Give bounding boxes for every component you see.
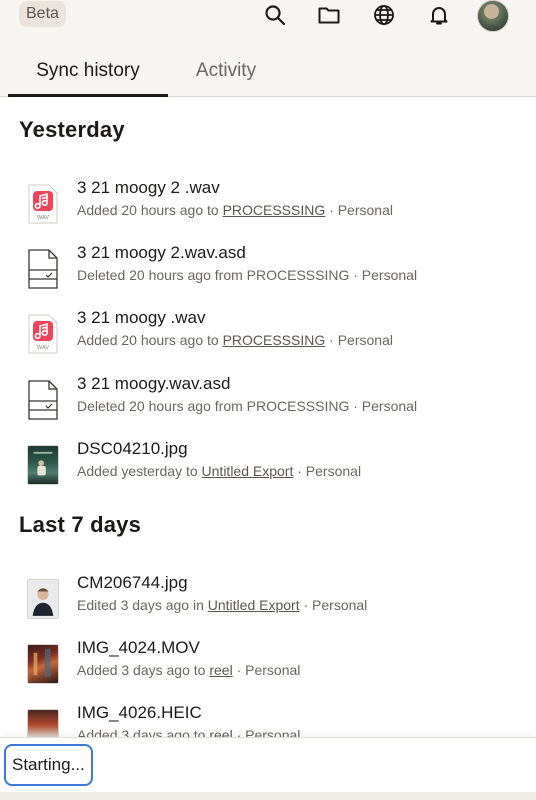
list-item[interactable]: CM206744.jpg Edited 3 days ago in Untitl…: [0, 573, 536, 633]
file-meta: Deleted 20 hours ago from PROCESSSING · …: [77, 267, 417, 283]
generic-file-icon: [27, 380, 59, 420]
sync-status-bar: Starting...: [0, 737, 536, 792]
list-item[interactable]: 3 21 moogy 2.wav.asd Deleted 20 hours ag…: [0, 243, 536, 303]
meta-action: Edited 3 days ago in: [77, 597, 208, 613]
window-bottom-edge: [0, 792, 536, 800]
file-name: IMG_4024.MOV: [77, 638, 200, 657]
file-meta: Added 20 hours ago to PROCESSSING · Pers…: [77, 202, 393, 218]
list-item[interactable]: 3 21 moogy.wav.asd Deleted 20 hours ago …: [0, 374, 536, 434]
folder-link[interactable]: Untitled Export: [208, 597, 300, 613]
meta-scope: · Personal: [349, 398, 418, 414]
section-title-yesterday: Yesterday: [19, 117, 125, 142]
file-meta: Added 20 hours ago to PROCESSSING · Pers…: [77, 332, 393, 348]
meta-action: Added 3 days ago to: [77, 727, 210, 737]
photo-thumbnail: [27, 579, 59, 619]
sync-history-list: Yesterday WAV 3 21 moogy 2 .wav Added 20…: [0, 97, 536, 737]
meta-scope: · Personal: [349, 267, 418, 283]
meta-scope: · Personal: [232, 662, 301, 678]
tab-sync-history[interactable]: Sync history: [8, 46, 168, 97]
file-name: 3 21 moogy.wav.asd: [77, 374, 231, 393]
search-icon[interactable]: [262, 2, 288, 28]
folder-link[interactable]: PROCESSSING: [223, 202, 326, 218]
meta-scope: · Personal: [232, 727, 301, 737]
folder-name: PROCESSSING: [246, 398, 350, 414]
file-name: IMG_4026.HEIC: [77, 703, 202, 722]
meta-scope: · Personal: [325, 202, 393, 218]
list-item[interactable]: DSC04210.jpg Added yesterday to Untitled…: [0, 439, 536, 499]
file-meta: Added yesterday to Untitled Export · Per…: [77, 463, 361, 479]
file-meta: Deleted 20 hours ago from PROCESSSING · …: [77, 398, 417, 414]
meta-action: Added 20 hours ago to: [77, 202, 223, 218]
tab-bar: Sync history Activity: [0, 46, 536, 97]
avatar[interactable]: [477, 0, 509, 32]
meta-action: Added 3 days ago to: [77, 662, 210, 678]
section-title-last-7-days: Last 7 days: [19, 512, 142, 537]
meta-action: Added yesterday to: [77, 463, 202, 479]
folder-link[interactable]: reel: [209, 662, 232, 678]
file-meta: Added 3 days ago to reel · Personal: [77, 727, 300, 737]
file-name: 3 21 moogy 2 .wav: [77, 178, 220, 197]
meta-scope: · Personal: [293, 463, 362, 479]
file-name: 3 21 moogy 2.wav.asd: [77, 243, 246, 262]
photo-thumbnail: [27, 709, 59, 737]
list-item[interactable]: IMG_4024.MOV Added 3 days ago to reel · …: [0, 638, 536, 698]
audio-wav-file-icon: WAV: [27, 184, 59, 224]
audio-wav-file-icon: WAV: [27, 314, 59, 354]
svg-text:WAV: WAV: [37, 345, 49, 351]
meta-action: Added 20 hours ago to: [77, 332, 223, 348]
file-name: DSC04210.jpg: [77, 439, 188, 458]
list-item[interactable]: WAV 3 21 moogy 2 .wav Added 20 hours ago…: [0, 178, 536, 238]
folder-link[interactable]: Untitled Export: [202, 463, 294, 479]
list-item[interactable]: IMG_4026.HEIC Added 3 days ago to reel ·…: [0, 703, 536, 737]
top-bar: Beta: [0, 0, 536, 34]
folder-link[interactable]: PROCESSSING: [223, 332, 326, 348]
bell-icon[interactable]: [426, 2, 452, 28]
meta-action: Deleted 20 hours ago from: [77, 267, 247, 283]
file-meta: Edited 3 days ago in Untitled Export · P…: [77, 597, 367, 613]
sync-status-button[interactable]: Starting...: [4, 744, 93, 786]
svg-text:WAV: WAV: [37, 215, 49, 221]
beta-badge: Beta: [19, 1, 66, 27]
folder-link[interactable]: reel: [209, 727, 232, 737]
file-name: 3 21 moogy .wav: [77, 308, 206, 327]
meta-scope: · Personal: [299, 597, 368, 613]
folder-icon[interactable]: [316, 2, 342, 28]
meta-scope: · Personal: [325, 332, 393, 348]
tab-activity[interactable]: Activity: [181, 46, 271, 96]
folder-name: PROCESSSING: [246, 267, 350, 283]
generic-file-icon: [27, 249, 59, 289]
file-name: CM206744.jpg: [77, 573, 188, 592]
globe-icon[interactable]: [371, 2, 397, 28]
file-meta: Added 3 days ago to reel · Personal: [77, 662, 300, 678]
list-item[interactable]: WAV 3 21 moogy .wav Added 20 hours ago t…: [0, 308, 536, 368]
meta-action: Deleted 20 hours ago from: [77, 398, 247, 414]
photo-thumbnail: [27, 445, 59, 485]
video-thumbnail: [27, 644, 59, 684]
